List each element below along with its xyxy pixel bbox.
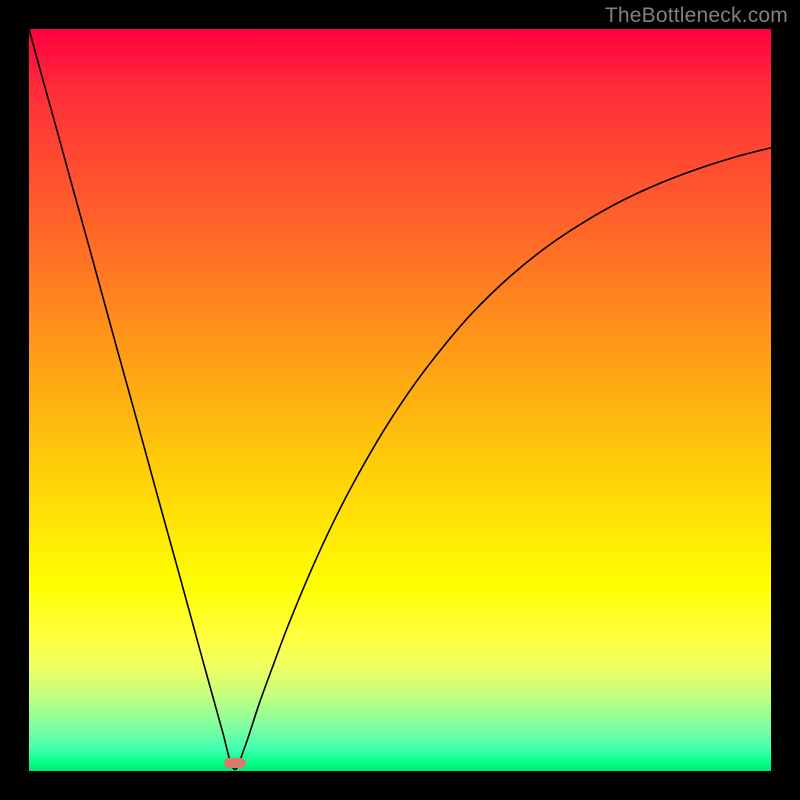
plot-background (29, 29, 771, 771)
optimal-point-marker (224, 758, 246, 768)
chart-container: TheBottleneck.com (0, 0, 800, 800)
watermark-text: TheBottleneck.com (605, 4, 788, 28)
